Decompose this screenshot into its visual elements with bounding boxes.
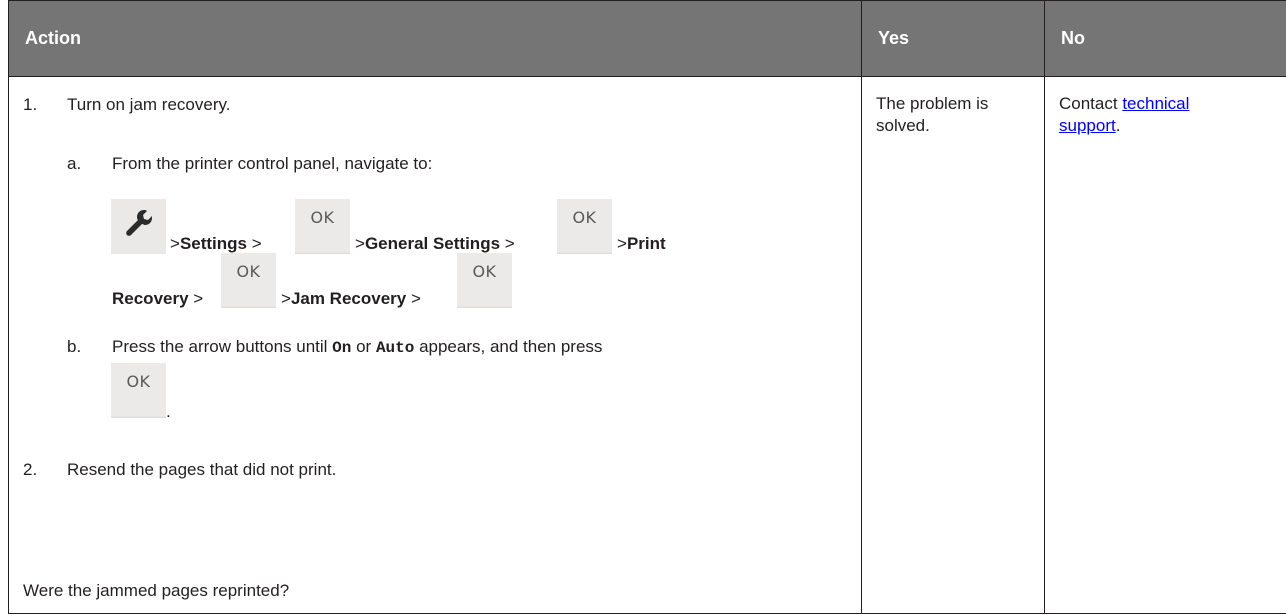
nav-gt: >	[504, 234, 515, 253]
nav-line-1-part-2: >General Settings >	[355, 234, 515, 254]
yes-text: The problem is solved.	[876, 94, 989, 135]
step-b-letter: b.	[67, 337, 82, 356]
no-cell: Contact technical support.	[1044, 76, 1286, 614]
step-a-text: From the printer control panel, navigate…	[112, 154, 433, 173]
ok-button-icon: OK	[295, 199, 350, 254]
header-yes: Yes	[861, 0, 1045, 77]
no-text-before: Contact	[1059, 94, 1123, 113]
table-row: 1. Turn on jam recovery. a. From the pri…	[8, 76, 1286, 614]
value-on: On	[332, 339, 352, 357]
ok-button-icon: OK	[111, 363, 166, 418]
step-b-period: .	[166, 402, 171, 421]
nav-gt: >	[251, 234, 262, 253]
nav-gt: >	[193, 289, 204, 308]
nav-settings: Settings	[179, 234, 247, 253]
header-action: Action	[8, 0, 862, 77]
nav-line-2-part-1: Recovery >	[112, 289, 203, 309]
step-a-letter: a.	[67, 154, 82, 173]
nav-line-2-part-2: >Jam Recovery >	[281, 289, 421, 309]
ok-label: OK	[310, 208, 335, 227]
nav-gt: >	[170, 234, 180, 253]
step-1-text: Turn on jam recovery.	[67, 95, 231, 114]
question-text: Were the jammed pages reprinted?	[23, 581, 290, 600]
ok-label: OK	[572, 208, 597, 227]
step-1-number: 1.	[23, 95, 38, 114]
step-b-text-after: appears, and then press	[414, 337, 603, 356]
ok-label: OK	[236, 262, 261, 281]
step-b-or: or	[351, 337, 376, 356]
nav-line-1-part-3: >Print	[617, 234, 666, 254]
ok-label: OK	[472, 262, 497, 281]
wrench-icon	[111, 199, 166, 254]
ok-button-icon: OK	[221, 253, 276, 308]
nav-line-1-part-1: >Settings >	[170, 234, 262, 254]
value-auto: Auto	[375, 339, 415, 357]
no-text-after: .	[1115, 116, 1121, 135]
troubleshooting-table: Action Yes No 1. Turn on jam recovery. a…	[8, 0, 1286, 614]
nav-recovery: Recovery	[112, 289, 189, 308]
table-header-row: Action Yes No	[8, 0, 1286, 77]
nav-jam-recovery: Jam Recovery	[290, 289, 407, 308]
nav-print: Print	[626, 234, 666, 253]
troubleshooting-table-container: Action Yes No 1. Turn on jam recovery. a…	[8, 0, 1286, 614]
yes-cell: The problem is solved.	[861, 76, 1045, 614]
nav-gt: >	[355, 234, 365, 253]
no-text: Contact technical support.	[1045, 77, 1221, 137]
header-no: No	[1044, 0, 1286, 77]
step-2-text: Resend the pages that did not print.	[67, 460, 337, 479]
ok-button-icon: OK	[457, 253, 512, 308]
step-b-text-before: Press the arrow buttons until	[112, 337, 333, 356]
action-cell: 1. Turn on jam recovery. a. From the pri…	[8, 76, 862, 614]
nav-general-settings: General Settings	[364, 234, 501, 253]
step-2-number: 2.	[23, 460, 38, 479]
ok-button-icon: OK	[557, 199, 612, 254]
step-b-text: Press the arrow buttons until On or Auto…	[112, 337, 602, 357]
ok-label: OK	[126, 372, 151, 391]
nav-gt: >	[617, 234, 627, 253]
nav-gt: >	[281, 289, 291, 308]
nav-gt: >	[410, 289, 421, 308]
